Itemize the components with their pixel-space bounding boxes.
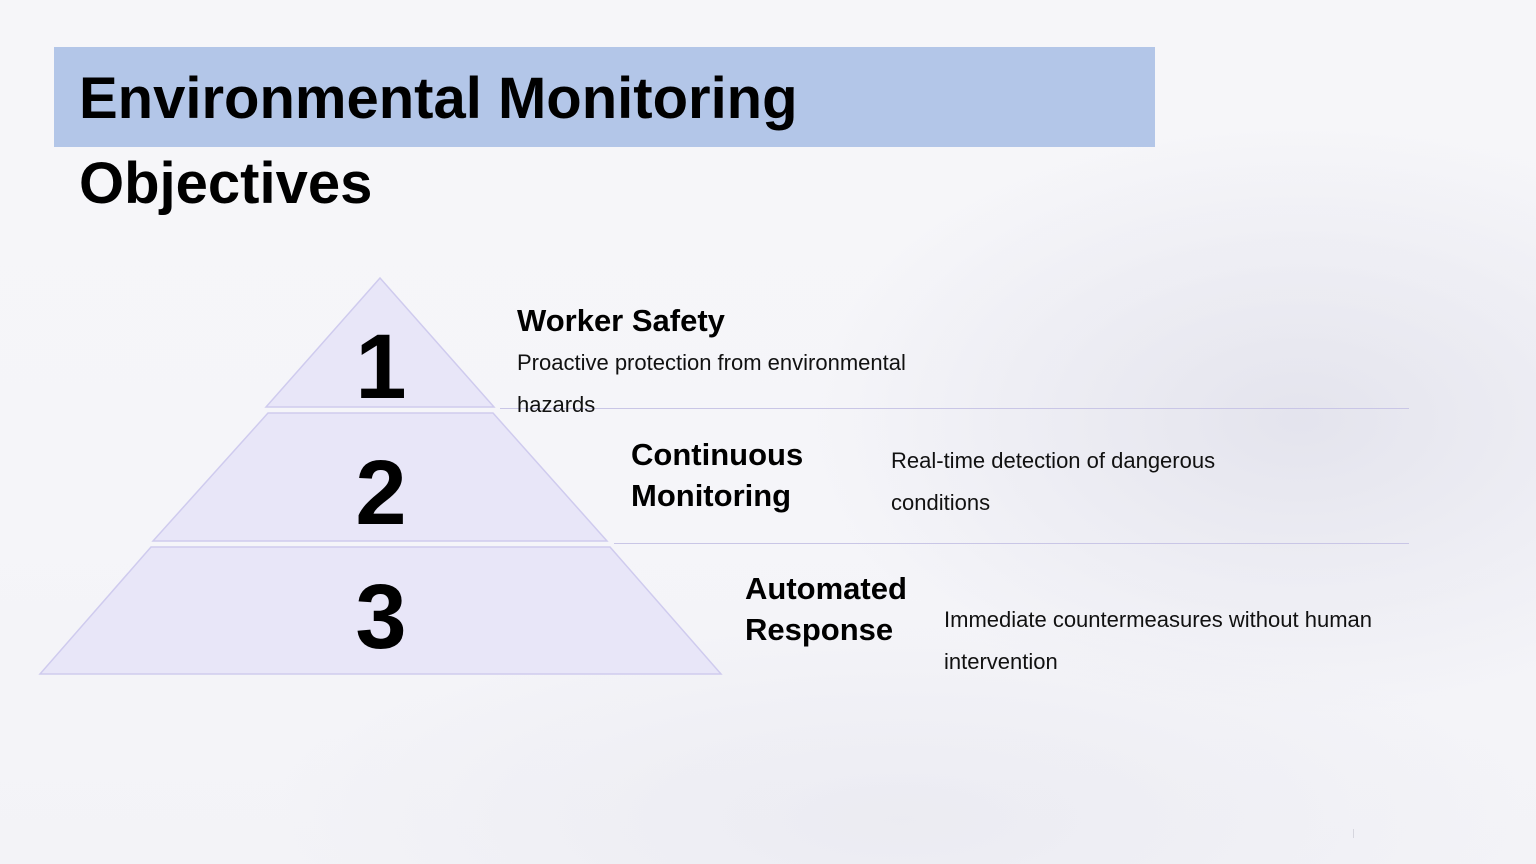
- tier-2-heading: Continuous Monitoring: [631, 437, 804, 513]
- tier-2-number: 2: [355, 442, 406, 544]
- divider-tier-2-3: [614, 543, 1409, 544]
- tier-1-heading: Worker Safety: [517, 303, 725, 338]
- tier-2-description: Real-time detection of dangerous conditi…: [891, 448, 1216, 515]
- tier-1-number: 1: [355, 316, 406, 418]
- tier-3-heading: Automated Response: [745, 571, 907, 647]
- slide-footer-mark: [1353, 829, 1354, 838]
- tier-1-description: Proactive protection from environmental …: [517, 350, 906, 417]
- tier-3-description: Immediate countermeasures without human …: [944, 607, 1372, 674]
- tier-3-number: 3: [355, 566, 406, 668]
